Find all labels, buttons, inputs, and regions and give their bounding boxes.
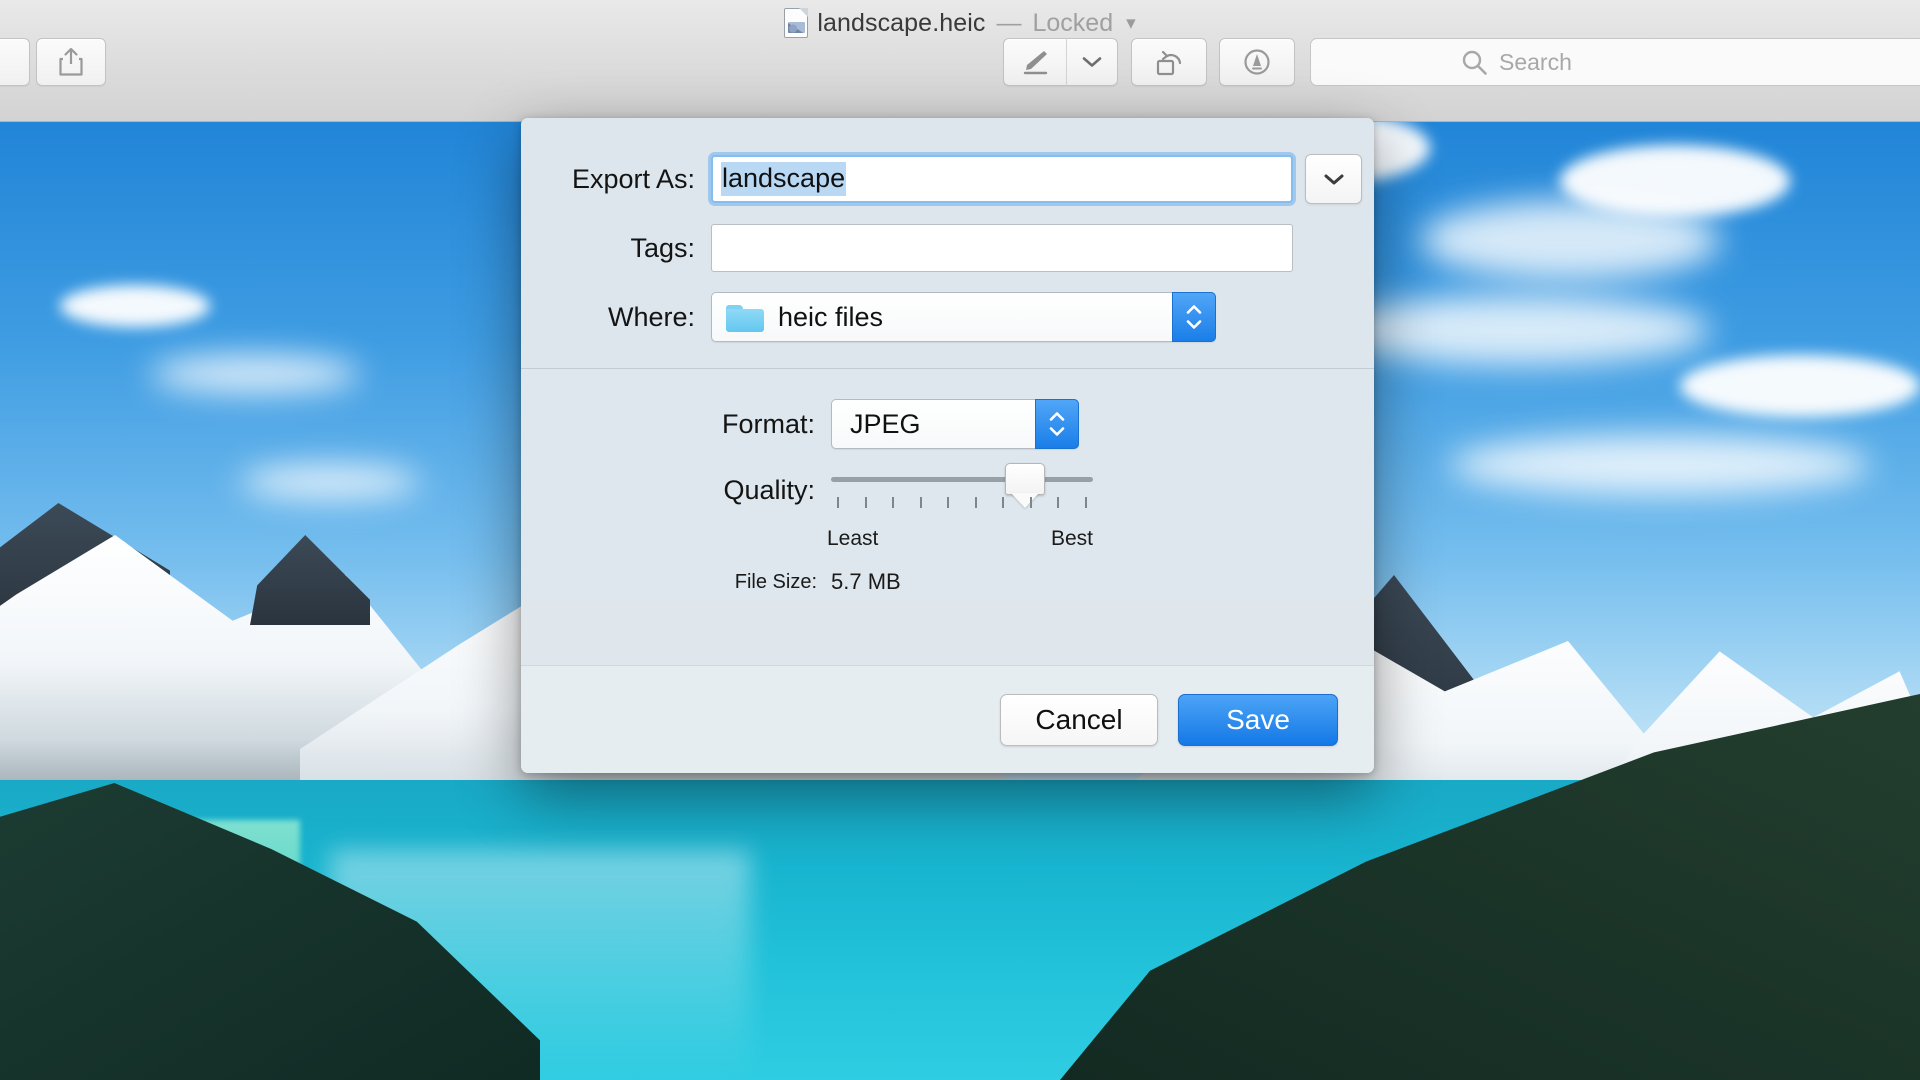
- where-label: Where:: [607, 301, 695, 332]
- search-placeholder: Search: [1499, 48, 1572, 75]
- slider-tick: [974, 497, 977, 508]
- cloud: [1680, 355, 1920, 417]
- file-size-value: 5.7 MB: [831, 569, 901, 594]
- cloud: [1560, 145, 1790, 217]
- chevron-down-icon: [1082, 57, 1102, 67]
- annotate-button[interactable]: [1219, 38, 1295, 86]
- slider-tick: [1057, 497, 1060, 508]
- export-dialog: Export As: landscape Tags: Where: heic f…: [521, 118, 1374, 773]
- export-as-label: Export As:: [571, 163, 695, 194]
- window-title-separator: —: [996, 8, 1022, 37]
- expand-browser-button[interactable]: [1305, 154, 1362, 204]
- quality-row: Quality: Least Best: [521, 463, 1374, 553]
- share-icon: [59, 47, 83, 76]
- where-popup-button[interactable]: heic files: [711, 292, 1216, 342]
- stepper-up-down-icon[interactable]: [1035, 399, 1079, 449]
- slider-tick: [919, 497, 922, 508]
- quality-label: Quality:: [723, 475, 815, 505]
- slider-tick: [1002, 497, 1005, 508]
- tags-row: Tags:: [521, 224, 1374, 272]
- quality-best-label: Best: [1050, 527, 1093, 550]
- quality-slider[interactable]: [831, 463, 1093, 495]
- where-value: heic files: [778, 301, 884, 332]
- tags-input[interactable]: [711, 224, 1293, 272]
- quality-least-label: Least: [827, 527, 879, 550]
- save-button[interactable]: Save: [1178, 693, 1338, 746]
- slider-tick: [892, 497, 895, 508]
- slider-tick: [1085, 497, 1087, 508]
- preview-window: landscape.heic — Locked ▾ Search Export …: [0, 0, 1920, 1080]
- format-value: JPEG: [850, 408, 921, 439]
- annotate-circle-icon: [1244, 49, 1270, 75]
- cloud: [240, 465, 420, 499]
- folder-icon: [726, 303, 764, 332]
- cancel-button[interactable]: Cancel: [1000, 693, 1158, 746]
- slider-end-labels: Least Best: [827, 527, 1093, 553]
- rotate-button[interactable]: [1131, 38, 1207, 86]
- format-popup-button[interactable]: JPEG: [831, 399, 1079, 449]
- stepper-up-down-icon[interactable]: [1172, 292, 1216, 342]
- chevron-down-icon[interactable]: ▾: [1126, 12, 1136, 35]
- slider-knob[interactable]: [1004, 463, 1045, 495]
- slider-tick: [947, 497, 950, 508]
- markup-menu-button[interactable]: [1066, 38, 1118, 86]
- share-button[interactable]: [36, 38, 106, 86]
- cloud: [1450, 435, 1870, 495]
- rotate-left-icon: [1156, 50, 1182, 76]
- cloud: [150, 355, 360, 393]
- image-document-icon: [784, 8, 809, 38]
- export-as-row: Export As: landscape: [521, 154, 1374, 204]
- slider-ticks: [831, 497, 1093, 511]
- export-as-input[interactable]: landscape: [711, 155, 1293, 203]
- format-row: Format: JPEG: [521, 399, 1374, 449]
- slider-tick: [837, 497, 839, 508]
- export-dialog-top-section: Export As: landscape Tags: Where: heic f…: [521, 118, 1374, 369]
- window-title-filename: landscape.heic: [817, 8, 986, 37]
- markup-pen-icon: [1023, 51, 1048, 75]
- cloud: [1330, 295, 1710, 365]
- where-row: Where: heic files: [521, 292, 1374, 342]
- format-label: Format:: [721, 408, 815, 439]
- slider-tick: [864, 497, 867, 508]
- window-title-state: Locked: [1032, 8, 1114, 37]
- export-dialog-buttons: Cancel Save: [521, 665, 1374, 773]
- search-icon: [1462, 50, 1487, 75]
- tags-label: Tags:: [630, 232, 695, 263]
- slider-track: [831, 477, 1093, 482]
- toolbar-sidebar-button[interactable]: [0, 38, 30, 86]
- quality-slider-group: Least Best: [827, 463, 1093, 553]
- export-as-value: landscape: [721, 162, 847, 196]
- chevron-down-icon: [1324, 174, 1343, 184]
- search-field[interactable]: Search: [1310, 38, 1920, 86]
- file-size-row: File Size: 5.7 MB: [521, 569, 1374, 595]
- export-dialog-options-section: Format: JPEG Quality: Least Best File Si…: [521, 369, 1374, 595]
- window-toolbar: landscape.heic — Locked ▾ Search: [0, 0, 1920, 122]
- markup-button[interactable]: [1003, 38, 1066, 86]
- file-size-label: File Size:: [734, 570, 817, 593]
- slider-tick: [1029, 497, 1032, 508]
- cloud: [60, 285, 210, 327]
